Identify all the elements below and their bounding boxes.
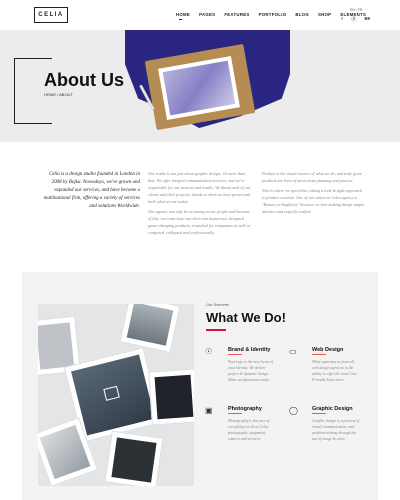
- logo-text: Celia: [38, 12, 64, 18]
- about-paragraph: Product is the visual essence of what we…: [262, 171, 362, 183]
- camera-icon: ▣: [205, 406, 213, 415]
- collage-card: [104, 430, 164, 486]
- about-paragraph: Our studio is not just about graphic des…: [148, 171, 251, 204]
- collage-card: [148, 368, 194, 426]
- gamepad-icon: ◯: [289, 406, 298, 415]
- services-photo-collage: [38, 304, 194, 486]
- page-title: About Us: [44, 70, 124, 90]
- service-underline: [312, 413, 326, 414]
- about-column-2: Product is the visual essence of what we…: [262, 170, 366, 218]
- service-underline: [312, 354, 326, 355]
- services-subtitle: Our Services: [206, 302, 230, 307]
- main-nav: HOME PAGES FEATURES PORTFOLIO BLOG SHOP …: [176, 12, 366, 20]
- twitter-icon[interactable]: 𝕣: [341, 16, 343, 23]
- about-paragraph: Our agency can only be as strong as our …: [148, 209, 251, 235]
- hero-banner: About Us HOME / ABOUT: [0, 30, 400, 142]
- about-column-1: Our studio is not just about graphic des…: [148, 170, 252, 239]
- about-intro: Celia is a design studio founded in Lond…: [43, 172, 140, 209]
- service-name[interactable]: Brand & Identity: [228, 347, 270, 353]
- service-name[interactable]: Web Design: [312, 347, 343, 353]
- nav-blog[interactable]: BLOG: [295, 12, 309, 17]
- monitor-icon: ▭: [289, 347, 297, 356]
- language-switcher[interactable]: EN / FR: [350, 8, 362, 12]
- logo[interactable]: Celia: [34, 7, 68, 23]
- service-name[interactable]: Graphic Design: [312, 406, 353, 412]
- services-title: What We Do!: [206, 310, 286, 325]
- about-paragraph: This is where we specialise, taking a lo…: [262, 188, 366, 214]
- social-links: 𝕣 Ⓟ Bē: [341, 16, 370, 23]
- behance-icon[interactable]: Bē: [364, 16, 370, 23]
- service-description: Photography is the core of everything we…: [228, 419, 270, 441]
- breadcrumb[interactable]: HOME / ABOUT: [44, 92, 73, 97]
- service-underline: [228, 354, 242, 355]
- pinterest-icon[interactable]: Ⓟ: [351, 16, 356, 23]
- collage-card: [119, 304, 181, 353]
- nav-portfolio[interactable]: PORTFOLIO: [259, 12, 287, 17]
- nav-shop[interactable]: SHOP: [318, 12, 331, 17]
- title-frame: [14, 58, 52, 124]
- service-name[interactable]: Photography: [228, 406, 262, 412]
- nav-features[interactable]: FEATURES: [224, 12, 249, 17]
- service-description: What separates us from all web design ag…: [312, 360, 357, 382]
- service-description: Graphic design is a process of visual co…: [312, 419, 360, 441]
- title-underline: [206, 329, 226, 331]
- service-description: Your logo is the very heart of your iden…: [228, 360, 274, 382]
- nav-home[interactable]: HOME: [176, 12, 190, 20]
- palette-icon: ☉: [205, 347, 213, 356]
- nav-pages[interactable]: PAGES: [199, 12, 215, 17]
- service-underline: [228, 413, 242, 414]
